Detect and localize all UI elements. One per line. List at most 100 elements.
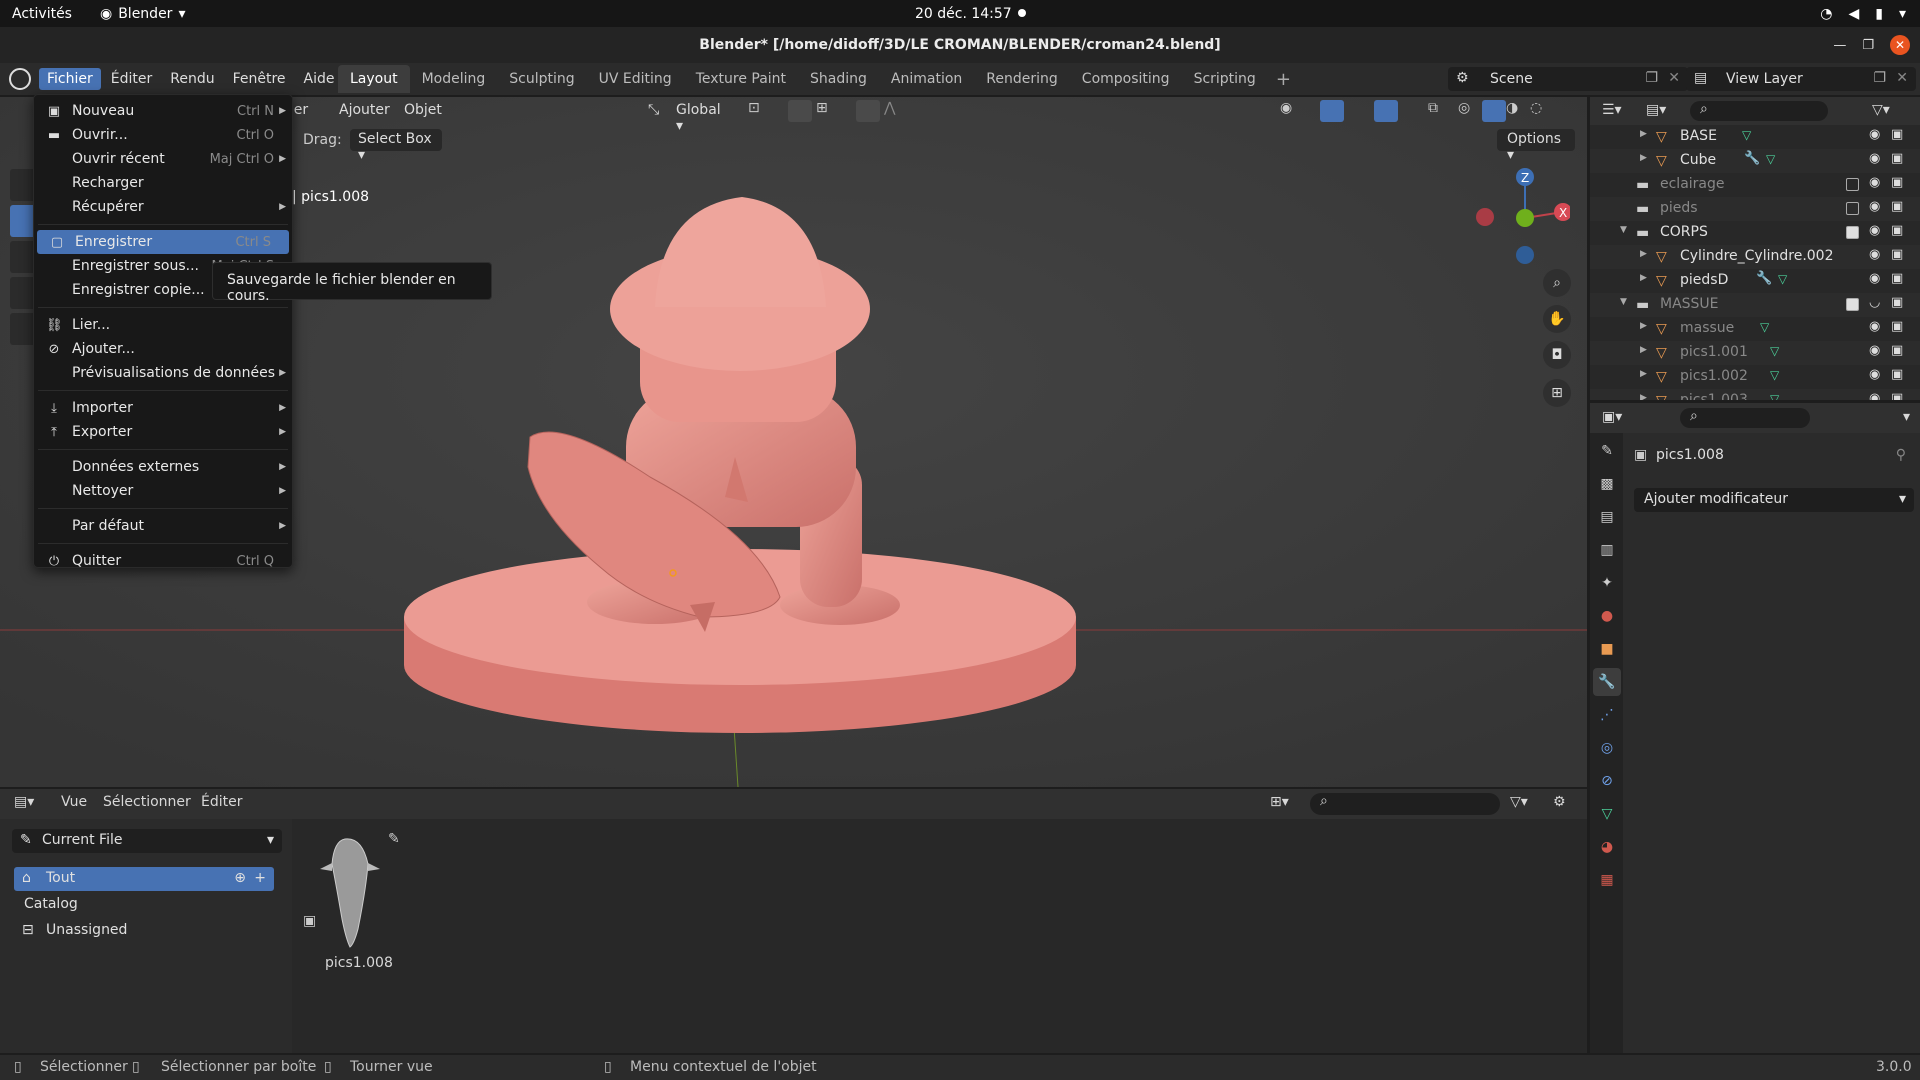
shading-rendered-icon[interactable]: ◌ xyxy=(1530,100,1554,122)
tab-shading[interactable]: Shading xyxy=(798,65,879,93)
outliner-row[interactable]: ▶ ▽ Cube 🔧 ▽ ◉ ▣ xyxy=(1590,149,1920,173)
xray-icon[interactable]: ⧉ xyxy=(1428,100,1452,122)
exclude-checkbox[interactable] xyxy=(1846,202,1859,215)
eye-icon[interactable]: ◉ xyxy=(1869,175,1880,190)
file-menu-item[interactable]: Prévisualisations de données ▶ xyxy=(34,361,292,385)
mesh-data-icon[interactable]: ▽ xyxy=(1770,392,1779,400)
eye-icon[interactable]: ◉ xyxy=(1869,343,1880,358)
mesh-data-icon[interactable]: ▽ xyxy=(1760,320,1769,334)
tab-modeling[interactable]: Modeling xyxy=(410,65,498,93)
expand-right-icon[interactable]: ▶ xyxy=(1640,129,1647,139)
camera-icon[interactable]: ▣ xyxy=(1891,343,1903,358)
expand-right-icon[interactable]: ▶ xyxy=(1640,153,1647,163)
menu-window[interactable]: Fenêtre xyxy=(225,68,294,90)
expand-right-icon[interactable]: ▶ xyxy=(1640,249,1647,259)
render-tab-icon[interactable]: ▩ xyxy=(1593,470,1621,498)
menu-help[interactable]: Aide xyxy=(296,68,343,90)
camera-icon[interactable]: ▣ xyxy=(1891,175,1903,190)
outliner-search-input[interactable]: ⌕ xyxy=(1690,101,1828,121)
camera-icon[interactable]: ▣ xyxy=(1891,295,1903,310)
tab-texture-paint[interactable]: Texture Paint xyxy=(684,65,798,93)
drag-select[interactable]: Select Box ▾ xyxy=(350,129,442,163)
file-menu-item[interactable]: ▢ Enregistrer Ctrl S xyxy=(37,230,289,254)
menu-file[interactable]: Fichier xyxy=(39,68,101,90)
outliner-row[interactable]: ▼ ▬ MASSUE ◡ ▣ xyxy=(1590,293,1920,317)
tab-layout[interactable]: Layout xyxy=(338,65,410,93)
snap-icon[interactable] xyxy=(788,100,812,122)
system-tray[interactable]: ◔ ◀ ▮ ▾ xyxy=(1820,6,1906,22)
mesh-data-icon[interactable]: ▽ xyxy=(1742,128,1751,142)
proportional-edit-icon[interactable] xyxy=(856,100,880,122)
add-workspace-button[interactable]: + xyxy=(1268,69,1299,90)
mesh-data-icon[interactable]: ▽ xyxy=(1770,368,1779,382)
file-menu-item[interactable]: ⊘ Ajouter... xyxy=(34,337,292,361)
pin-icon[interactable]: ⚲ xyxy=(1896,447,1906,463)
catalog-unassigned[interactable]: ⊟ Unassigned xyxy=(14,919,274,943)
file-menu-item[interactable]: ▣ Nouveau Ctrl N ▶ xyxy=(34,99,292,123)
filter-icon[interactable]: ▽▾ xyxy=(1872,102,1890,118)
file-menu-item[interactable]: ⏻ Quitter Ctrl Q xyxy=(34,549,292,573)
asset-browser[interactable]: ▤▾ Vue Sélectionner Éditer ⊞▾ ⌕ ▽▾ ⚙ ✎ C… xyxy=(0,789,1587,1053)
clock[interactable]: 20 déc. 14:57 xyxy=(915,6,1012,22)
options-button[interactable]: Options ▾ xyxy=(1497,129,1575,163)
outliner-row[interactable]: ▶ ▽ piedsD 🔧 ▽ ◉ ▣ xyxy=(1590,269,1920,293)
particles-tab-icon[interactable]: ⋰ xyxy=(1593,701,1621,729)
menu-edit[interactable]: Éditer xyxy=(201,794,242,810)
eye-icon[interactable]: ◉ xyxy=(1869,271,1880,286)
visibility-icon[interactable]: ◉ xyxy=(1280,100,1304,122)
camera-icon[interactable]: ▣ xyxy=(1891,199,1903,214)
activities-button[interactable]: Activités xyxy=(12,6,72,22)
tab-animation[interactable]: Animation xyxy=(879,65,974,93)
app-menu[interactable]: ◉ Blender ▾ xyxy=(100,6,186,22)
falloff-icon[interactable]: ⋀ xyxy=(884,100,908,122)
minimize-icon[interactable]: — xyxy=(1833,38,1846,53)
tab-rendering[interactable]: Rendering xyxy=(974,65,1070,93)
outliner-row[interactable]: ▼ ▬ CORPS ◉ ▣ xyxy=(1590,221,1920,245)
copy-icon[interactable]: ❐ xyxy=(1873,70,1886,86)
expand-right-icon[interactable]: ▶ xyxy=(1640,393,1647,400)
snap-target-icon[interactable]: ⊞ xyxy=(816,100,840,122)
add-icon[interactable]: + xyxy=(254,870,266,886)
exclude-checkbox[interactable] xyxy=(1846,226,1859,239)
world-tab-icon[interactable]: ● xyxy=(1593,602,1621,630)
material-tab-icon[interactable]: ◕ xyxy=(1593,833,1621,861)
camera-icon[interactable]: ▣ xyxy=(1891,223,1903,238)
tab-compositing[interactable]: Compositing xyxy=(1070,65,1182,93)
eye-icon[interactable]: ◉ xyxy=(1869,367,1880,382)
eye-icon[interactable]: ◉ xyxy=(1869,223,1880,238)
shading-solid-icon[interactable] xyxy=(1482,100,1506,122)
exclude-checkbox[interactable] xyxy=(1846,298,1859,311)
catalog-all[interactable]: ⌂ Tout ⊕ + xyxy=(14,867,274,891)
expand-right-icon[interactable]: ▶ xyxy=(1640,369,1647,379)
mesh-data-icon[interactable]: ▽ xyxy=(1778,272,1787,286)
expand-down-icon[interactable]: ▼ xyxy=(1620,225,1627,235)
library-select[interactable]: ✎ Current File ▾ xyxy=(12,829,282,853)
file-menu-item[interactable]: Récupérer ▶ xyxy=(34,195,292,219)
expand-down-icon[interactable]: ▼ xyxy=(1620,297,1627,307)
eye-icon[interactable]: ◉ xyxy=(1869,391,1880,400)
file-menu-item[interactable]: Par défaut ▶ xyxy=(34,514,292,538)
catalog-item[interactable]: Catalog xyxy=(14,893,274,917)
data-tab-icon[interactable]: ▽ xyxy=(1593,800,1621,828)
viewport-menu-object[interactable]: Objet xyxy=(404,102,442,118)
camera-icon[interactable]: ▣ xyxy=(1891,271,1903,286)
gizmo-toggle-icon[interactable] xyxy=(1320,100,1344,122)
ortho-grid-icon[interactable]: ⊞ xyxy=(1543,379,1571,407)
viewport-menu-add[interactable]: Ajouter xyxy=(339,102,390,118)
view-layer-selector[interactable]: ▤ View Layer ❐ ✕ xyxy=(1686,67,1916,91)
transform-orientation-select[interactable]: Global ▾ xyxy=(644,99,740,134)
menu-edit[interactable]: Éditer xyxy=(103,68,160,90)
chevron-down-icon[interactable]: ▾ xyxy=(1903,409,1910,425)
pan-hand-icon[interactable]: ✋ xyxy=(1543,305,1571,333)
texture-tab-icon[interactable]: ▦ xyxy=(1593,866,1621,894)
menu-view[interactable]: Vue xyxy=(61,794,87,810)
shading-wireframe-icon[interactable]: ◎ xyxy=(1458,100,1482,122)
camera-icon[interactable]: ▣ xyxy=(1891,367,1903,382)
mesh-data-icon[interactable]: ▽ xyxy=(1770,344,1779,358)
eye-icon[interactable]: ◡ xyxy=(1869,295,1880,310)
camera-icon[interactable]: ▣ xyxy=(1891,247,1903,262)
tab-sculpting[interactable]: Sculpting xyxy=(497,65,586,93)
maximize-icon[interactable]: ❐ xyxy=(1862,38,1874,53)
file-menu-item[interactable]: Nettoyer ▶ xyxy=(34,479,292,503)
close-icon[interactable]: ✕ xyxy=(1896,70,1908,86)
